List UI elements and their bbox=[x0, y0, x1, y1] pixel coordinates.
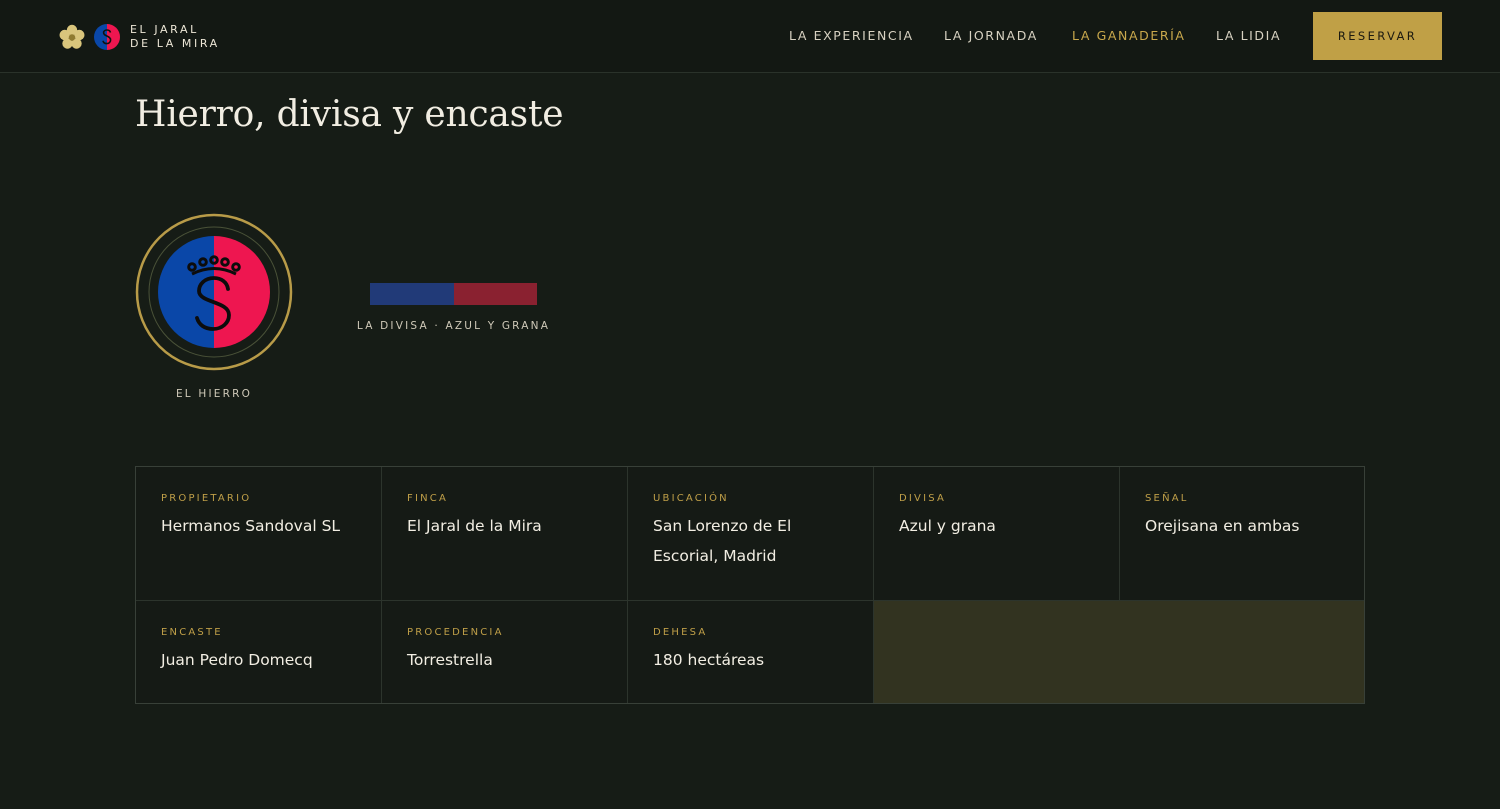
fact-cell-dehesa: DEHESA 180 hectáreas bbox=[628, 601, 874, 703]
fact-label: UBICACIÓN bbox=[653, 493, 729, 504]
fact-label: PROPIETARIO bbox=[161, 493, 252, 504]
fact-cell-divisa: DIVISA Azul y grana bbox=[874, 467, 1120, 601]
fact-cell-encaste: ENCASTE Juan Pedro Domecq bbox=[136, 601, 382, 703]
main-nav: LA EXPERIENCIA LA JORNADA LA GANADERÍA L… bbox=[0, 0, 1500, 72]
nav-item-jornada[interactable]: LA JORNADA bbox=[944, 28, 1038, 43]
fact-cell-procedencia: PROCEDENCIA Torrestrella bbox=[382, 601, 628, 703]
reservar-button[interactable]: RESERVAR bbox=[1313, 12, 1442, 60]
fact-value: San Lorenzo de El Escorial, Madrid bbox=[653, 517, 792, 565]
fact-cell-propietario: PROPIETARIO Hermanos Sandoval SL bbox=[136, 467, 382, 601]
fact-label: FINCA bbox=[407, 493, 449, 504]
divisa-label: LA DIVISA · AZUL Y GRANA bbox=[356, 320, 551, 332]
fact-value: Azul y grana bbox=[899, 517, 996, 535]
fact-cell-ubicacion: UBICACIÓN San Lorenzo de El Escorial, Ma… bbox=[628, 467, 874, 601]
fact-value: El Jaral de la Mira bbox=[407, 517, 542, 535]
fact-label: SEÑAL bbox=[1145, 493, 1189, 504]
fact-value: Orejisana en ambas bbox=[1145, 517, 1300, 535]
site-header: EL JARAL DE LA MIRA LA EXPERIENCIA LA JO… bbox=[0, 0, 1500, 73]
nav-item-experiencia[interactable]: LA EXPERIENCIA bbox=[789, 28, 914, 43]
fact-label: PROCEDENCIA bbox=[407, 627, 504, 638]
page-title: Hierro, divisa y encaste bbox=[135, 94, 564, 135]
fact-value: 180 hectáreas bbox=[653, 651, 765, 669]
fact-value: Torrestrella bbox=[407, 651, 493, 669]
ganaderia-facts-table: PROPIETARIO Hermanos Sandoval SL FINCA E… bbox=[135, 466, 1365, 704]
nav-item-ganaderia[interactable]: LA GANADERÍA bbox=[1072, 28, 1186, 43]
divisa-blue-band bbox=[370, 283, 454, 305]
fact-value: Juan Pedro Domecq bbox=[161, 651, 313, 669]
empty-filler-cell bbox=[874, 601, 1364, 703]
hierro-seal-icon bbox=[135, 213, 293, 371]
hierro-label: EL HIERRO bbox=[175, 388, 253, 400]
fact-value: Hermanos Sandoval SL bbox=[161, 517, 341, 535]
fact-label: DEHESA bbox=[653, 627, 708, 638]
nav-item-lidia[interactable]: LA LIDIA bbox=[1216, 28, 1281, 43]
fact-label: DIVISA bbox=[899, 493, 947, 504]
fact-cell-senal: SEÑAL Orejisana en ambas bbox=[1120, 467, 1364, 601]
divisa-ribbon bbox=[370, 283, 537, 305]
divisa-red-band bbox=[454, 283, 537, 305]
fact-label: ENCASTE bbox=[161, 627, 223, 638]
fact-cell-finca: FINCA El Jaral de la Mira bbox=[382, 467, 628, 601]
